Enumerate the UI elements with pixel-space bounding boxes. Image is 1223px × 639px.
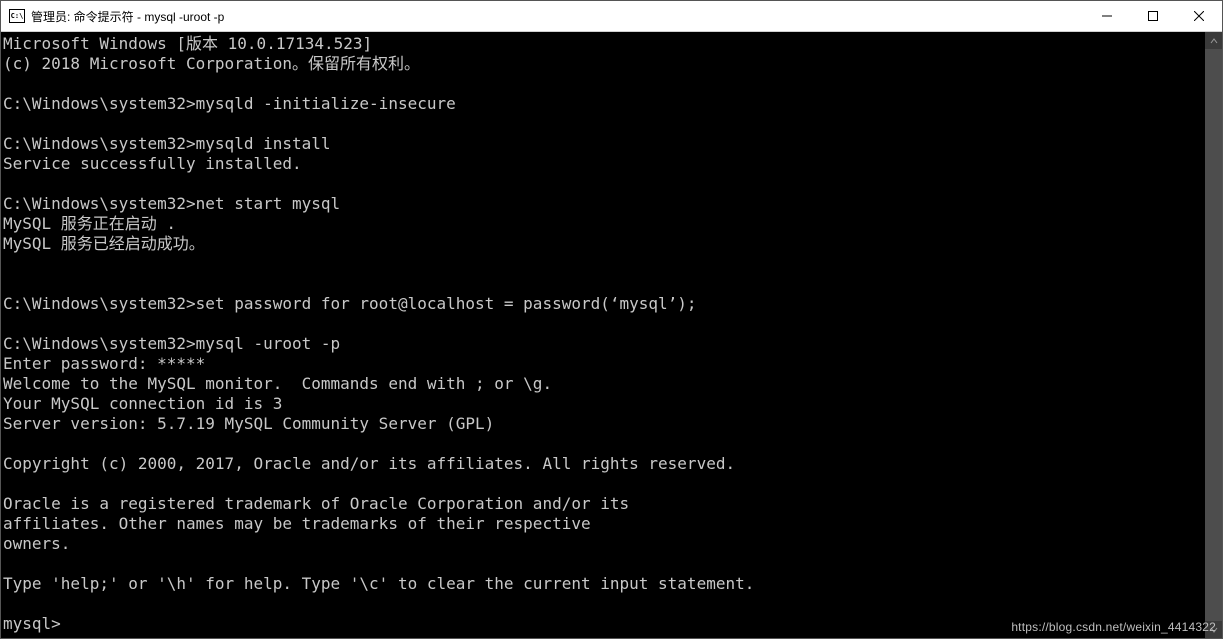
scroll-thumb[interactable] (1205, 49, 1222, 621)
titlebar[interactable]: C:\ 管理员: 命令提示符 - mysql -uroot -p (1, 1, 1222, 32)
cmd-window: C:\ 管理员: 命令提示符 - mysql -uroot -p Microso… (0, 0, 1223, 639)
minimize-icon (1102, 11, 1112, 21)
minimize-button[interactable] (1084, 1, 1130, 31)
terminal-output[interactable]: Microsoft Windows [版本 10.0.17134.523] (c… (1, 32, 1205, 638)
cmd-icon: C:\ (9, 9, 25, 23)
maximize-icon (1148, 11, 1158, 21)
maximize-button[interactable] (1130, 1, 1176, 31)
watermark-text: https://blog.csdn.net/weixin_4414322 (1011, 620, 1216, 634)
window-title: 管理员: 命令提示符 - mysql -uroot -p (31, 8, 224, 25)
close-button[interactable] (1176, 1, 1222, 31)
scroll-up-button[interactable] (1205, 32, 1222, 49)
close-icon (1194, 11, 1204, 21)
chevron-up-icon (1210, 37, 1218, 45)
client-area: Microsoft Windows [版本 10.0.17134.523] (c… (1, 32, 1222, 638)
vertical-scrollbar[interactable] (1205, 32, 1222, 638)
window-controls (1084, 1, 1222, 31)
